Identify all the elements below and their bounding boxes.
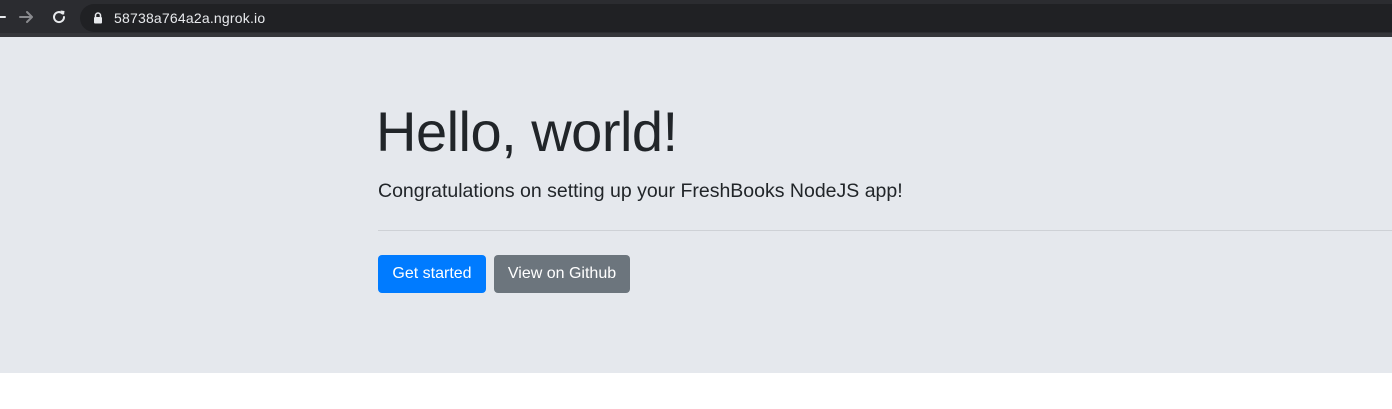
reload-icon[interactable] <box>48 6 70 28</box>
arrow-left-icon[interactable] <box>0 6 10 28</box>
browser-toolbar: 58738a764a2a.ngrok.io <box>0 0 1392 37</box>
address-bar[interactable]: 58738a764a2a.ngrok.io <box>80 4 1392 32</box>
page-title: Hello, world! <box>376 100 678 163</box>
jumbotron: Hello, world! Congratulations on setting… <box>0 37 1392 373</box>
view-on-github-button[interactable]: View on Github <box>494 255 630 293</box>
url-text[interactable]: 58738a764a2a.ngrok.io <box>114 10 265 26</box>
arrow-right-icon[interactable] <box>15 6 37 28</box>
divider <box>378 230 1392 231</box>
get-started-button[interactable]: Get started <box>378 255 486 293</box>
lock-icon[interactable] <box>92 11 104 25</box>
lead-text: Congratulations on setting up your Fresh… <box>378 180 903 202</box>
browser-toolbar-inner: 58738a764a2a.ngrok.io <box>0 0 1392 33</box>
